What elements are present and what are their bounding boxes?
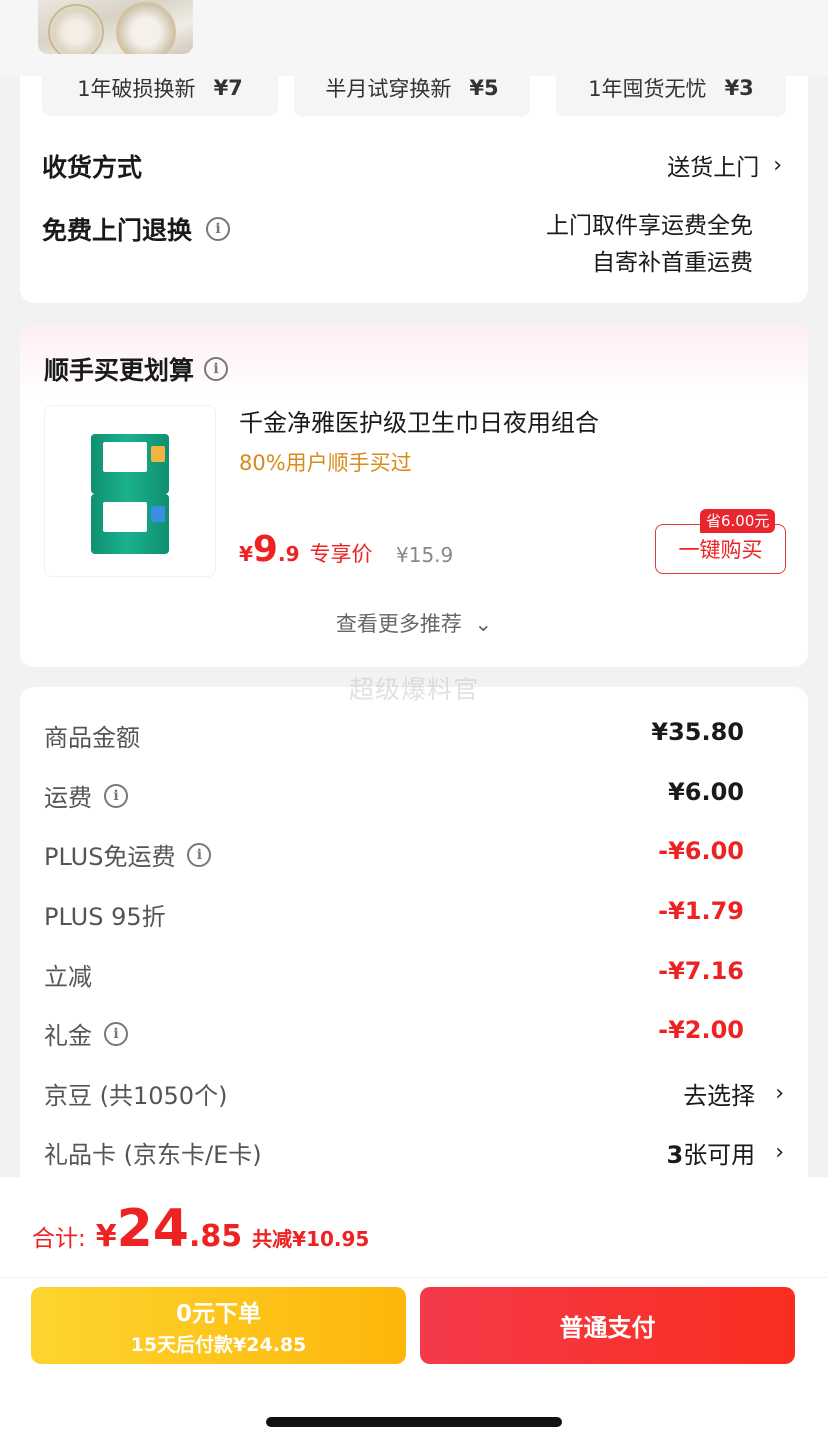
amount-value: ¥6.00	[668, 778, 744, 806]
info-icon[interactable]: i	[204, 357, 229, 381]
amount-label: 立减	[44, 963, 92, 991]
amount-row-gift-money: 礼金 i -¥2.00	[44, 1010, 784, 1050]
amount-row-plus-free-shipping: PLUS免运费 i -¥6.00	[44, 831, 784, 871]
info-icon[interactable]: i	[104, 1021, 128, 1046]
amount-label: PLUS 95折	[44, 903, 166, 931]
price-dec: .9	[277, 542, 300, 566]
divider	[0, 1277, 828, 1278]
giftcard-suffix: 张可用	[683, 1141, 756, 1169]
chevron-down-icon: ⌄	[474, 612, 493, 636]
top-overlay	[0, 0, 828, 76]
total-amount: 合计: ¥ 24 .85 共减¥10.95	[32, 1199, 369, 1259]
pad-package-bottom	[91, 494, 169, 554]
total-saved: 共减¥10.95	[252, 1227, 370, 1251]
recommend-title: 顺手买更划算	[44, 356, 195, 385]
service-label: 半月试穿换新	[325, 77, 452, 101]
more-recommend-link[interactable]: 查看更多推荐 ⌄	[20, 608, 808, 638]
chevron-right-icon: ›	[775, 1140, 784, 1165]
total-yen: ¥	[95, 1219, 117, 1254]
info-icon[interactable]: i	[187, 842, 212, 867]
delivery-label: 收货方式	[42, 153, 143, 182]
giftcard-count: 3	[666, 1141, 684, 1169]
recommend-price: ¥9.9 专享价	[239, 529, 373, 570]
more-recommend-label: 查看更多推荐	[335, 612, 462, 636]
normal-pay-button[interactable]: 普通支付	[420, 1287, 795, 1364]
recommend-original-price: ¥15.9	[396, 543, 454, 567]
jingdou-row[interactable]: 京豆 (共1050个) 去选择 ›	[44, 1070, 784, 1110]
zero-order-title: 0元下单	[175, 1301, 261, 1327]
total-label: 合计:	[32, 1226, 86, 1252]
giftcard-row[interactable]: 礼品卡 (京东卡/E卡) 3张可用 ›	[44, 1129, 784, 1169]
jingdou-value: 去选择	[683, 1082, 756, 1110]
save-badge: 省6.00元	[700, 509, 776, 533]
free-return-row: 免费上门退换 i	[42, 211, 231, 247]
recommend-header: 顺手买更划算 i	[44, 351, 229, 387]
info-icon[interactable]: i	[206, 217, 231, 241]
total-int: 24	[116, 1199, 189, 1259]
free-return-line1: 上门取件享运费全免	[546, 213, 753, 239]
free-return-detail: 上门取件享运费全免 自寄补首重运费	[546, 208, 753, 282]
amount-value: -¥6.00	[658, 837, 744, 865]
amount-card: 商品金额 ¥35.80 运费 i ¥6.00 PLUS免运费 i -¥6.00 PL…	[20, 687, 808, 1207]
recommend-card: 顺手买更划算 i 千金净雅医护级卫生巾日夜用组合 80%用户顺手买过 ¥9.9 专…	[20, 323, 808, 667]
recommend-product-name[interactable]: 千金净雅医护级卫生巾日夜用组合	[239, 403, 599, 438]
amount-value: -¥1.79	[658, 897, 744, 925]
amount-row-plus-discount: PLUS 95折 -¥1.79	[44, 891, 784, 931]
jingdou-label: 京豆 (共1050个)	[44, 1082, 228, 1110]
amount-label: PLUS免运费	[44, 843, 176, 871]
amount-label: 礼金	[44, 1022, 92, 1050]
price-yen: ¥	[239, 542, 253, 566]
zero-order-subtitle: 15天后付款¥24.85	[130, 1334, 307, 1356]
amount-row-instant-off: 立减 -¥7.16	[44, 951, 784, 991]
recommend-bought-stat: 80%用户顺手买过	[239, 451, 412, 475]
info-icon[interactable]: i	[104, 783, 128, 808]
price-tag: 专享价	[309, 542, 373, 566]
delivery-value: 送货上门	[667, 155, 760, 181]
service-price: ¥3	[724, 76, 754, 100]
product-thumbnail[interactable]	[38, 0, 193, 54]
free-return-line2: 自寄补首重运费	[592, 250, 753, 276]
service-price: ¥5	[469, 76, 499, 100]
zero-yuan-order-button[interactable]: 0元下单 15天后付款¥24.85	[31, 1287, 406, 1364]
price-int: 9	[252, 529, 278, 570]
service-label: 1年囤货无忧	[588, 77, 707, 101]
delivery-selector[interactable]: 送货上门 ›	[667, 148, 782, 182]
amount-value: ¥35.80	[651, 718, 744, 746]
recommend-product-image[interactable]	[44, 405, 216, 577]
pad-package-top	[91, 434, 169, 494]
amount-value: -¥7.16	[658, 957, 744, 985]
amount-value: -¥2.00	[658, 1016, 744, 1044]
amount-label: 商品金额	[44, 724, 140, 752]
watermark: 超级爆料官	[348, 675, 479, 704]
chevron-right-icon: ›	[775, 1081, 784, 1106]
chevron-right-icon: ›	[773, 152, 782, 178]
checkout-bar: 合计: ¥ 24 .85 共减¥10.95 0元下单 15天后付款¥24.85 …	[0, 1177, 828, 1443]
service-label: 1年破损换新	[77, 77, 196, 101]
amount-label: 运费	[44, 784, 92, 812]
amount-row-goods: 商品金额 ¥35.80	[44, 712, 784, 752]
giftcard-label: 礼品卡 (京东卡/E卡)	[44, 1141, 262, 1169]
total-dec: .85	[189, 1219, 243, 1254]
amount-row-shipping: 运费 i ¥6.00	[44, 772, 784, 812]
service-price: ¥7	[213, 76, 243, 100]
free-return-label: 免费上门退换	[42, 216, 193, 245]
home-indicator[interactable]	[266, 1417, 562, 1427]
